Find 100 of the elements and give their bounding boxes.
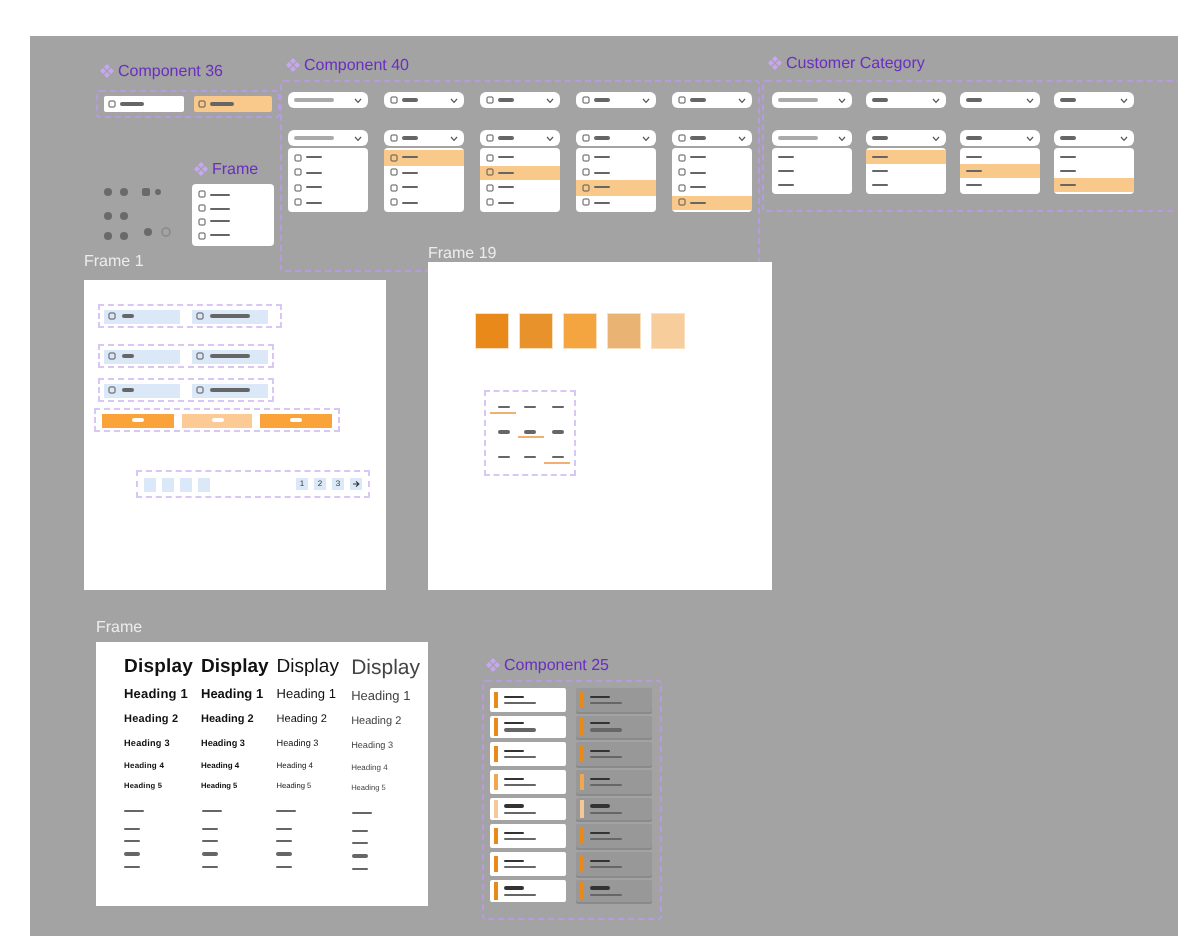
text-line <box>589 728 621 732</box>
input-field[interactable] <box>192 349 268 363</box>
input-field[interactable] <box>104 383 180 397</box>
tab[interactable] <box>490 402 516 415</box>
text-line <box>503 728 535 732</box>
text-line <box>589 701 621 704</box>
text-line <box>276 828 293 831</box>
chip-button[interactable] <box>193 96 272 112</box>
text-line <box>589 838 621 841</box>
dropdown[interactable] <box>480 92 560 108</box>
chevron-icon <box>838 135 846 141</box>
text-line <box>351 867 368 870</box>
frame-title: Frame <box>96 618 143 636</box>
dropdown[interactable] <box>576 92 656 108</box>
text-line <box>503 777 523 780</box>
text-line <box>503 832 523 835</box>
text-line <box>503 886 523 890</box>
text-line <box>503 811 535 814</box>
input-field[interactable] <box>104 349 180 363</box>
text-line <box>589 811 621 814</box>
text-line <box>210 207 230 210</box>
dropdown[interactable] <box>672 130 752 146</box>
text-line <box>503 722 523 725</box>
dropdown[interactable] <box>866 92 946 108</box>
text-line <box>589 756 621 759</box>
menu-item[interactable] <box>960 164 1040 178</box>
dropdown[interactable] <box>480 130 560 146</box>
component-title: Frame <box>212 160 259 178</box>
text-line <box>589 777 609 780</box>
component-icon <box>194 162 208 176</box>
text-line <box>589 832 609 835</box>
chip-button[interactable] <box>104 96 183 112</box>
chevron-icon <box>354 97 362 103</box>
menu-item[interactable] <box>384 150 464 165</box>
dropdown[interactable] <box>1054 92 1134 108</box>
chevron-icon <box>932 97 940 103</box>
next-page-button[interactable] <box>350 478 362 490</box>
dropdown[interactable] <box>384 130 464 146</box>
component-icon <box>286 58 300 72</box>
input-field[interactable] <box>104 309 180 323</box>
item-icon <box>486 134 494 142</box>
dropdown[interactable] <box>576 130 656 146</box>
menu-item[interactable] <box>576 180 656 195</box>
dropdown[interactable] <box>960 130 1040 146</box>
menu-item[interactable] <box>1054 178 1134 192</box>
dropdown[interactable] <box>960 92 1040 108</box>
component-title: Customer Category <box>786 54 925 72</box>
text-line <box>351 830 368 833</box>
item-icon <box>108 100 116 108</box>
tab[interactable] <box>517 426 543 439</box>
dropdown[interactable] <box>384 92 464 108</box>
item-icon <box>582 134 590 142</box>
item-icon <box>390 96 398 104</box>
input-field[interactable] <box>192 383 268 397</box>
chevron-icon <box>1120 135 1128 141</box>
menu-item[interactable] <box>866 150 946 164</box>
text-line <box>351 854 368 858</box>
display-sample: Display <box>276 658 341 677</box>
text-line <box>210 193 230 196</box>
text-line <box>276 809 297 813</box>
frame-title: Frame 1 <box>84 252 144 270</box>
text-line <box>124 809 144 813</box>
chevron-icon <box>642 135 650 141</box>
frame-title: Frame 19 <box>428 244 497 262</box>
arrow-icon <box>352 480 360 488</box>
component-title: Component 25 <box>504 656 609 674</box>
display-sample: Display <box>124 658 193 677</box>
text-line <box>503 865 535 869</box>
item-icon <box>486 96 494 104</box>
text-line <box>276 840 293 843</box>
item-icon <box>197 100 205 108</box>
text-line <box>503 804 523 807</box>
text-line <box>503 838 535 841</box>
text-line <box>201 865 217 868</box>
text-line <box>503 701 535 704</box>
chevron-icon <box>642 97 650 103</box>
text-line <box>201 809 221 813</box>
text-line <box>589 865 621 869</box>
display-sample: Display <box>351 658 420 679</box>
input-field[interactable] <box>192 309 268 323</box>
dropdown[interactable] <box>866 130 946 146</box>
text-line <box>503 893 535 896</box>
chevron-icon <box>1026 97 1034 103</box>
chevron-icon <box>838 97 846 103</box>
tab[interactable] <box>544 451 570 464</box>
chevron-icon <box>932 135 940 141</box>
menu-item[interactable] <box>480 165 560 180</box>
text-line <box>124 865 140 868</box>
menu-item[interactable] <box>672 195 752 210</box>
dropdown[interactable] <box>1054 130 1134 146</box>
text-line <box>503 756 535 759</box>
dropdown[interactable] <box>672 92 752 108</box>
text-line <box>503 783 535 786</box>
text-line <box>276 865 293 868</box>
item-icon <box>108 386 116 394</box>
item-icon <box>108 352 116 360</box>
component-icon <box>486 658 500 672</box>
text-line <box>589 695 609 698</box>
item-icon <box>582 96 590 104</box>
item-icon <box>390 134 398 142</box>
